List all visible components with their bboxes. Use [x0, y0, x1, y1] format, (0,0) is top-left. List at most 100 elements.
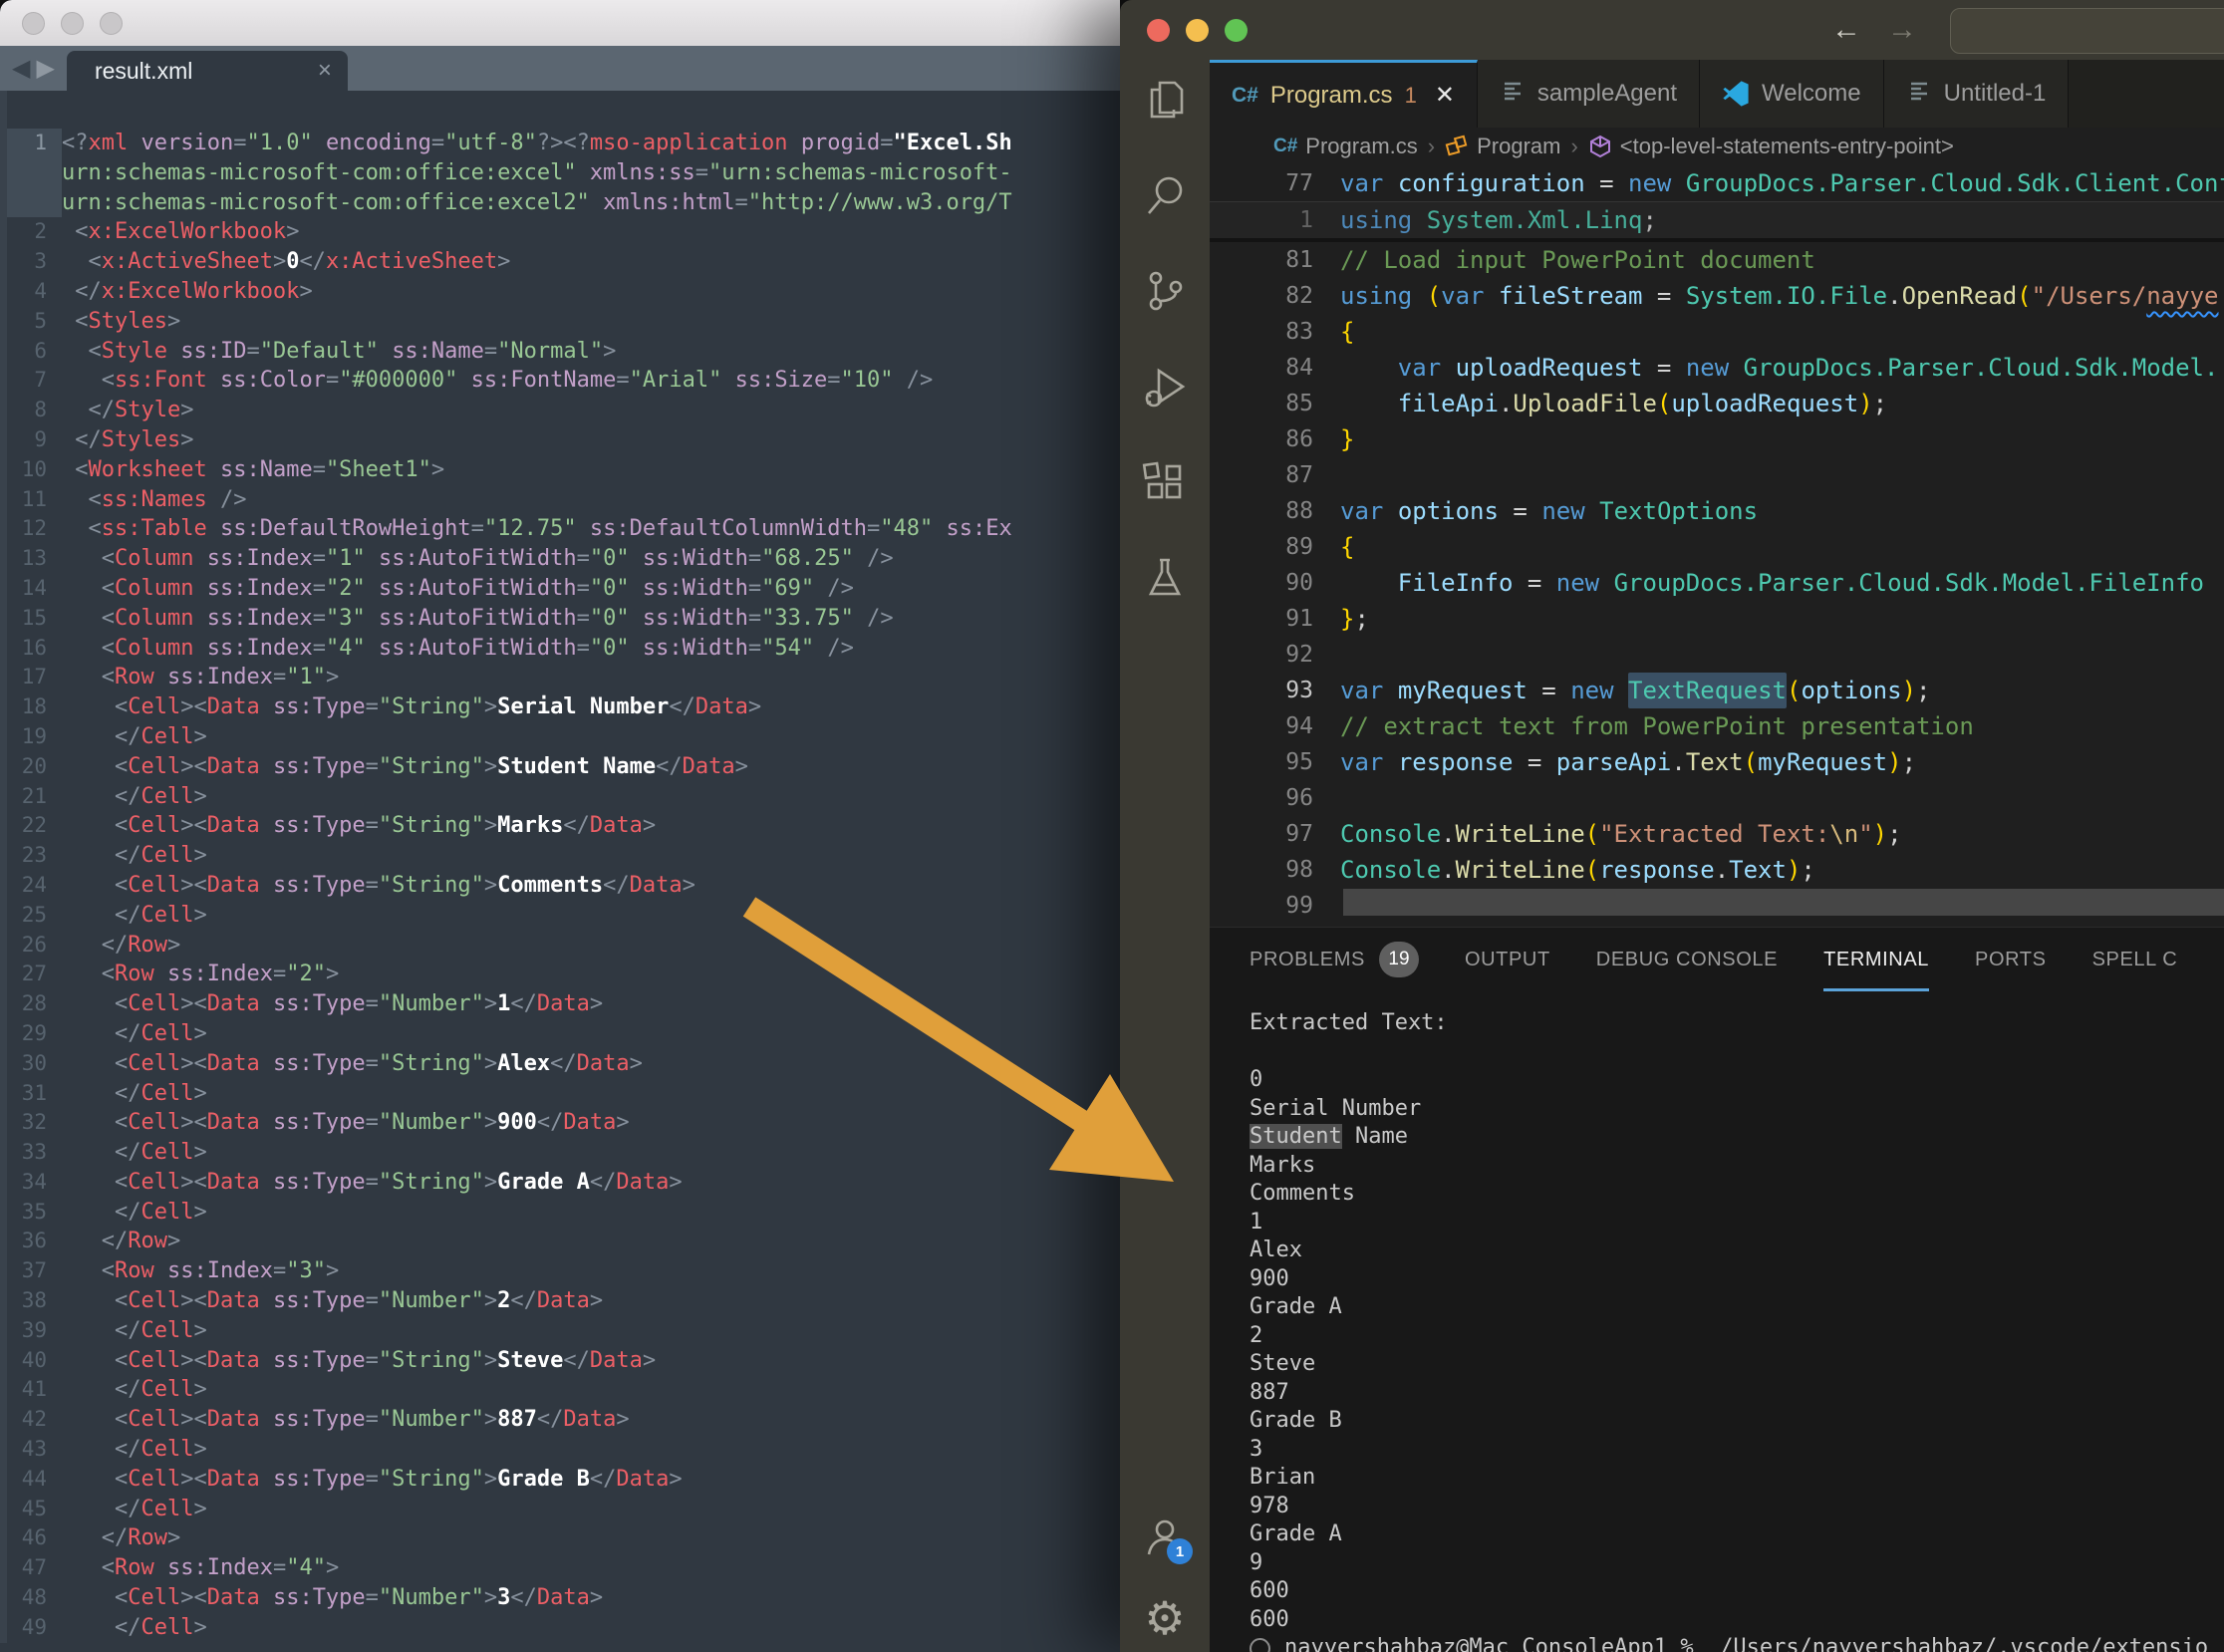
- code-line: 29 </Cell>: [0, 1019, 1120, 1049]
- close-window-button[interactable]: [1147, 19, 1170, 42]
- code-line: 14 <Column ss:Index="2" ss:AutoFitWidth=…: [0, 574, 1120, 604]
- panel-tab-output[interactable]: OUTPUT: [1465, 928, 1550, 991]
- terminal-line: Comments: [1250, 1180, 2224, 1209]
- code-line: 4 </x:ExcelWorkbook>: [0, 277, 1120, 307]
- code-line: 48 <Cell><Data ss:Type="Number">3</Data>: [0, 1583, 1120, 1613]
- terminal-line: 9: [1250, 1549, 2224, 1578]
- command-center-search-box[interactable]: [1950, 8, 2224, 54]
- code-line: 38 <Cell><Data ss:Type="Number">2</Data>: [0, 1286, 1120, 1316]
- horizontal-scrollbar[interactable]: [1343, 889, 2224, 916]
- settings-gear-icon[interactable]: ⚙: [1120, 1594, 1210, 1642]
- tab-welcome[interactable]: Welcome: [1700, 60, 1884, 128]
- tab-label: result.xml: [95, 58, 318, 85]
- panel-tab-terminal[interactable]: TERMINAL: [1823, 928, 1929, 991]
- code-line: 23 </Cell>: [0, 841, 1120, 871]
- terminal-line: 978: [1250, 1493, 2224, 1521]
- code-line: 22 <Cell><Data ss:Type="String">Marks</D…: [0, 811, 1120, 841]
- tab-untitled-1[interactable]: Untitled-1: [1884, 60, 2070, 128]
- code-line: 35 </Cell>: [0, 1198, 1120, 1228]
- vscode-titlebar: ← →: [1120, 0, 2224, 60]
- code-line: 98Console.WriteLine(response.Text);: [1210, 852, 2224, 888]
- code-line: 16 <Column ss:Index="4" ss:AutoFitWidth=…: [0, 634, 1120, 664]
- breadcrumb-separator: ›: [1428, 134, 1435, 159]
- navigate-forward-icon[interactable]: →: [1887, 13, 1917, 47]
- extensions-icon[interactable]: [1141, 458, 1189, 506]
- code-line: 93var myRequest = new TextRequest(option…: [1210, 673, 2224, 708]
- terminal-line: 600: [1250, 1606, 2224, 1635]
- code-line: 15 <Column ss:Index="3" ss:AutoFitWidth=…: [0, 604, 1120, 634]
- breadcrumb-file[interactable]: C#Program.cs: [1273, 134, 1418, 159]
- tab-program-cs[interactable]: C#Program.cs1✕: [1210, 60, 1478, 128]
- activity-bar: 1 ⚙: [1120, 60, 1210, 1652]
- terminal-line: Student Name: [1250, 1123, 2224, 1152]
- code-line: 2 <x:ExcelWorkbook>: [0, 217, 1120, 247]
- code-line: urn:schemas-microsoft-com:office:excel" …: [0, 158, 1120, 188]
- tab-scroll-right-icon[interactable]: ▶: [36, 57, 54, 81]
- code-line: 8 </Style>: [0, 396, 1120, 425]
- terminal-line: Alex: [1250, 1237, 2224, 1265]
- code-line: 47 <Row ss:Index="4">: [0, 1553, 1120, 1583]
- code-line: 18 <Cell><Data ss:Type="String">Serial N…: [0, 692, 1120, 722]
- csharp-file-icon: C#: [1232, 84, 1258, 108]
- explorer-icon[interactable]: [1141, 76, 1189, 124]
- code-line: 24 <Cell><Data ss:Type="String">Comments…: [0, 871, 1120, 901]
- breadcrumb-symbol[interactable]: <top-level-statements-entry-point>: [1588, 134, 1954, 159]
- source-control-icon[interactable]: [1141, 267, 1189, 315]
- breadcrumb: C#Program.cs›Program›<top-level-statemen…: [1210, 128, 2224, 165]
- code-line: 30 <Cell><Data ss:Type="String">Alex</Da…: [0, 1049, 1120, 1079]
- tab-scroll-left-icon[interactable]: ◀: [12, 57, 30, 81]
- code-line: 85 fileApi.UploadFile(uploadRequest);: [1210, 386, 2224, 421]
- panel-tab-debug-console[interactable]: DEBUG CONSOLE: [1596, 928, 1778, 991]
- tab-sample-agent[interactable]: sampleAgent: [1478, 60, 1700, 128]
- code-line: 5 <Styles>: [0, 307, 1120, 337]
- terminal-line: 600: [1250, 1577, 2224, 1606]
- close-tab-icon[interactable]: ×: [318, 57, 332, 85]
- code-line: 36 </Row>: [0, 1227, 1120, 1256]
- code-line: 88var options = new TextOptions: [1210, 493, 2224, 529]
- code-line: 45 </Cell>: [0, 1495, 1120, 1524]
- code-line: 46 </Row>: [0, 1523, 1120, 1553]
- terminal-line: 900: [1250, 1265, 2224, 1294]
- symbol-class-icon: [1445, 135, 1469, 158]
- terminal-line: Grade A: [1250, 1520, 2224, 1549]
- account-icon[interactable]: 1: [1120, 1513, 1210, 1560]
- code-line: 83{: [1210, 314, 2224, 350]
- testing-icon[interactable]: [1141, 554, 1189, 602]
- zoom-window-button[interactable]: [1225, 19, 1248, 42]
- code-line: 25 </Cell>: [0, 901, 1120, 931]
- terminal-prompt-line[interactable]: nayyershahbaz@Mac ConsoleApp1 % /Users/n…: [1250, 1634, 2224, 1652]
- panel-tab-problems[interactable]: PROBLEMS19: [1250, 928, 1419, 991]
- panel-tab-spell-checker[interactable]: SPELL C: [2092, 928, 2178, 991]
- command-status-icon: [1250, 1638, 1270, 1652]
- sublime-window: ◀ ▶ result.xml × 1<?xml version="1.0" en…: [0, 0, 1120, 1652]
- code-line: 17 <Row ss:Index="1">: [0, 663, 1120, 692]
- desktop: { "colors":{"arrow":"#e09f3a","vscode_ac…: [0, 0, 2224, 1652]
- code-editor[interactable]: 77var configuration = new GroupDocs.Pars…: [1210, 165, 2224, 927]
- search-icon[interactable]: [1141, 171, 1189, 219]
- breadcrumb-class[interactable]: Program: [1445, 134, 1560, 159]
- terminal-output[interactable]: Extracted Text:0Serial NumberStudent Nam…: [1210, 991, 2224, 1652]
- navigate-back-icon[interactable]: ←: [1831, 13, 1861, 47]
- tab-problem-badge: 1: [1405, 83, 1417, 109]
- code-line: 87: [1210, 457, 2224, 493]
- panel-tab-ports[interactable]: PORTS: [1975, 928, 2047, 991]
- minimize-window-button[interactable]: [61, 12, 84, 35]
- zoom-window-button[interactable]: [100, 12, 123, 35]
- code-line: 39 </Cell>: [0, 1316, 1120, 1346]
- code-line: 40 <Cell><Data ss:Type="String">Steve</D…: [0, 1346, 1120, 1376]
- code-line: 1<?xml version="1.0" encoding="utf-8"?><…: [0, 129, 1120, 158]
- run-debug-icon[interactable]: [1141, 363, 1189, 411]
- list-file-icon: [1906, 78, 1932, 111]
- code-line: 86}: [1210, 421, 2224, 457]
- xml-editor[interactable]: 1<?xml version="1.0" encoding="utf-8"?><…: [0, 91, 1120, 1643]
- code-line: 94// extract text from PowerPoint presen…: [1210, 708, 2224, 744]
- terminal-line: Extracted Text:: [1250, 1009, 2224, 1038]
- terminal-line: 2: [1250, 1322, 2224, 1351]
- code-line: 41 </Cell>: [0, 1375, 1120, 1405]
- tab-result-xml[interactable]: result.xml ×: [67, 51, 348, 91]
- code-line: 84 var uploadRequest = new GroupDocs.Par…: [1210, 350, 2224, 386]
- close-window-button[interactable]: [22, 12, 45, 35]
- close-tab-icon[interactable]: ✕: [1435, 81, 1455, 110]
- terminal-line: [1250, 1038, 2224, 1067]
- minimize-window-button[interactable]: [1186, 19, 1209, 42]
